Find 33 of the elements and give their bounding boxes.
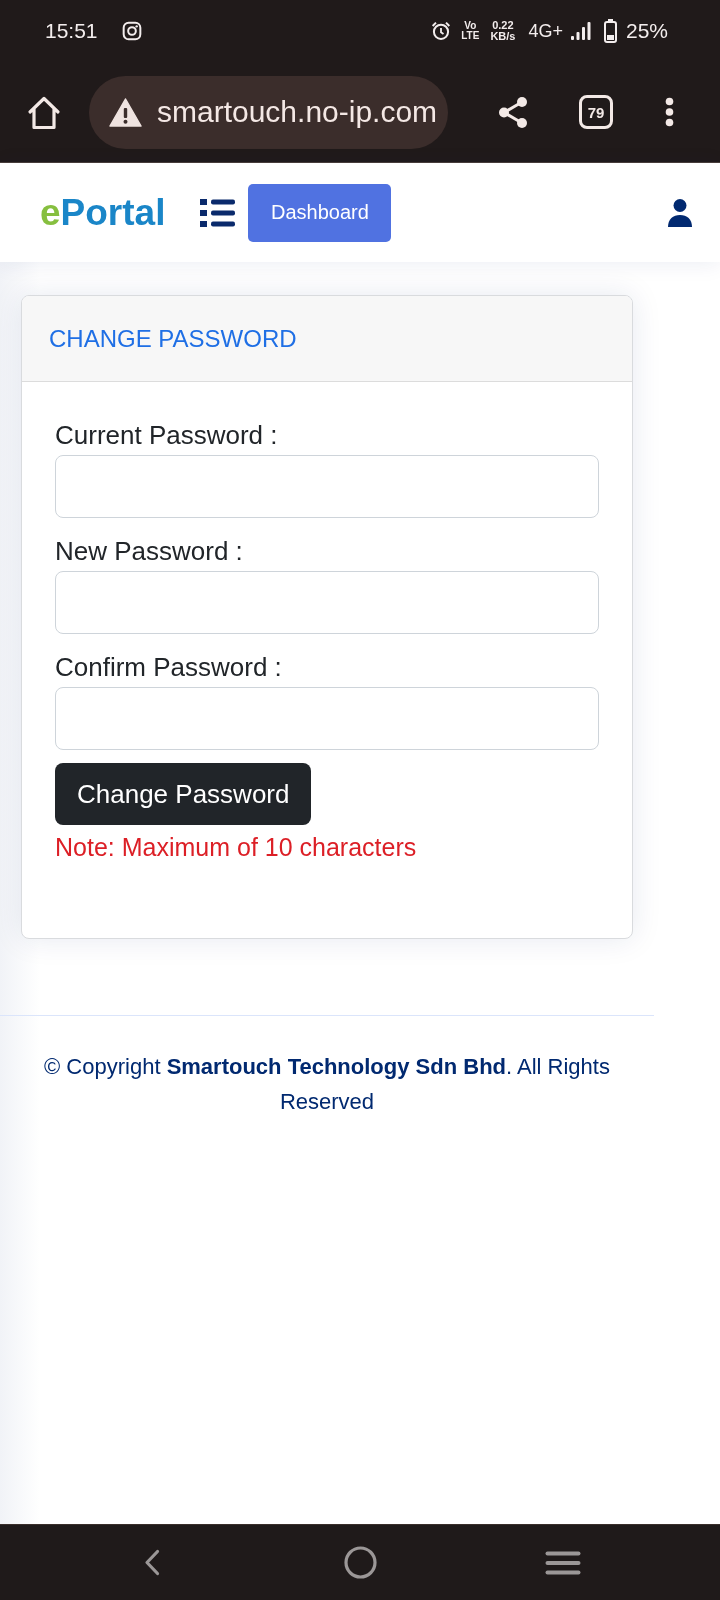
password-field[interactable] (55, 455, 599, 518)
battery-percent: 25% (625, 19, 668, 43)
home-circle-icon[interactable] (344, 1546, 377, 1579)
signal-bars-icon (570, 22, 591, 40)
field-label: Confirm Password : (55, 652, 282, 682)
back-icon[interactable] (144, 1549, 160, 1576)
recent-apps-icon[interactable] (545, 1550, 581, 1575)
field-label: New Password : (55, 536, 243, 566)
dashboard-button[interactable]: Dashboard (248, 183, 392, 242)
warning-icon (109, 97, 142, 127)
status-time: 15:51 (45, 19, 98, 43)
more-options-icon[interactable] (665, 97, 674, 127)
share-icon[interactable] (498, 96, 528, 128)
url-text: smartouch.no-ip.com (157, 95, 438, 129)
note-text: Note: Maximum of 10 characters (55, 833, 417, 861)
instagram-icon (121, 21, 142, 41)
network-type: 4G+ (528, 20, 563, 42)
password-field[interactable] (55, 571, 599, 634)
address-bar[interactable]: smartouch.no-ip.com (89, 75, 448, 149)
alarm-clock-icon (431, 21, 452, 41)
menu-list-icon[interactable] (200, 198, 236, 227)
home-icon[interactable] (27, 94, 61, 130)
tab-count-button[interactable]: 79 (579, 95, 613, 129)
password-field[interactable] (55, 687, 599, 750)
copyright-text: © Copyright Smartouch Technology Sdn Bhd. All Rights Reserved (43, 1053, 611, 1116)
user-icon[interactable] (668, 198, 692, 227)
change-password-button[interactable]: Change Password (55, 763, 312, 825)
field-label: Current Password : (55, 420, 278, 450)
volte-indicator: Vo LTE (461, 21, 480, 41)
site-logo: ePortal (40, 190, 166, 235)
data-rate-text: 0.22 KB/s (490, 20, 516, 42)
card-title: CHANGE PASSWORD (49, 323, 297, 354)
battery-icon (603, 19, 617, 43)
